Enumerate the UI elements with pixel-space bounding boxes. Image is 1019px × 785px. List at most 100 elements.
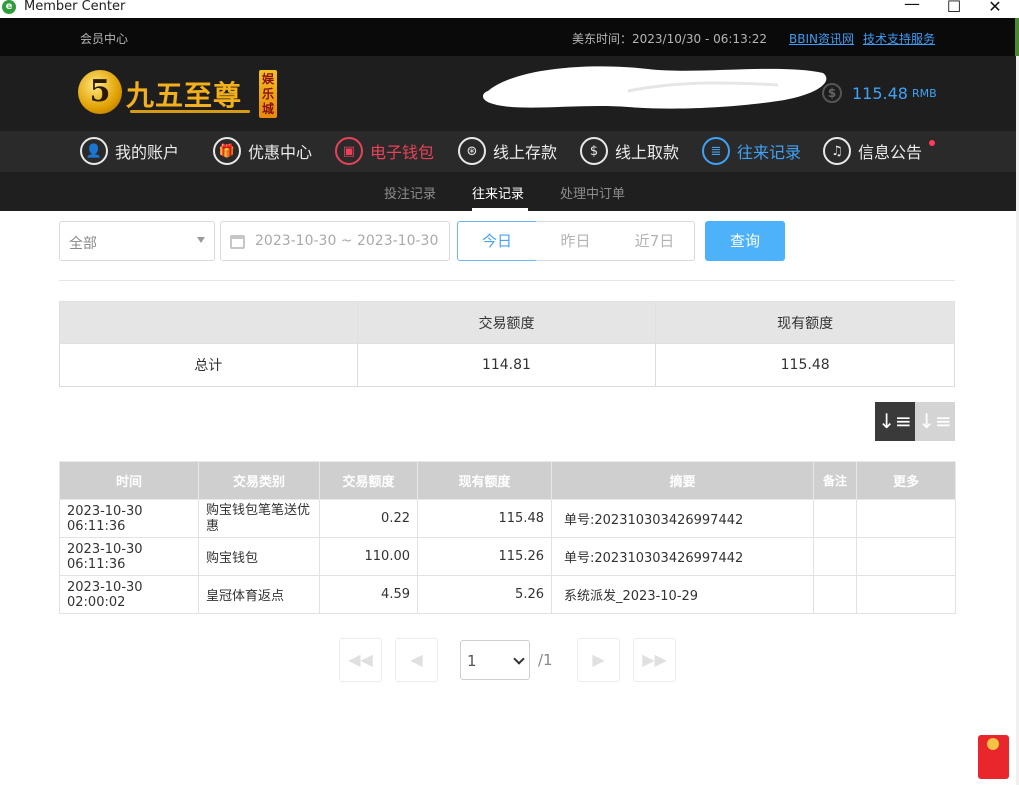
cell-summary: 单号:202310303426997442 — [551, 537, 814, 576]
column-header-time: 时间 — [59, 461, 199, 500]
table-row: 2023-10-30 06:11:36 购宝钱包 110.00 115.26 单… — [59, 537, 956, 576]
cell-time: 2023-10-30 06:11:36 — [59, 499, 199, 538]
cell-type: 购宝钱包 — [198, 537, 320, 576]
red-packet-seal — [987, 738, 999, 750]
nav-label: 往来记录 — [737, 143, 802, 162]
cell-balance: 5.26 — [417, 575, 552, 614]
brand-bar: 5 九五至尊 娱乐城 $ 115.48 RMB — [0, 56, 1019, 131]
nav-online-withdraw[interactable]: $ 线上取款 — [580, 137, 679, 165]
nav-label: 线上取款 — [615, 143, 680, 162]
logo-emblem: 5 — [78, 70, 122, 114]
calendar-icon — [230, 235, 245, 249]
tech-support-link[interactable]: 技术支持服务 — [863, 30, 935, 47]
top-info-bar: 会员中心 美东时间：2023/10/30 - 06:13:22 BBIN资讯网 … — [0, 18, 1019, 56]
column-header-balance: 现有额度 — [417, 461, 552, 500]
bell-icon: ♫ — [823, 137, 851, 165]
nav-label: 优惠中心 — [248, 143, 313, 162]
column-header-note: 备注 — [813, 461, 857, 500]
caret-down-icon — [197, 237, 205, 243]
cell-more[interactable] — [856, 499, 956, 538]
minimize-button[interactable]: — — [892, 0, 932, 13]
tab-pending-orders[interactable]: 处理中订单 — [560, 183, 625, 202]
sort-ascending-icon[interactable]: ↓≡ — [915, 402, 955, 441]
records-icon: ≣ — [702, 137, 730, 165]
summary-total-label: 总计 — [59, 343, 358, 387]
nav-promotions[interactable]: 🎁 优惠中心 — [213, 137, 312, 165]
divider — [59, 280, 955, 281]
first-page-icon[interactable]: ◀◀ — [339, 638, 382, 682]
active-tab-indicator — [472, 208, 528, 211]
main-nav: 👤 我的账户 🎁 优惠中心 ▣ 电子钱包 ⊛ 线上存款 $ 线上取款 ≣ 往来记… — [0, 131, 1019, 172]
summary-current-amount: 115.48 — [655, 343, 955, 387]
prev-page-icon[interactable]: ◀ — [395, 638, 438, 682]
search-button[interactable]: 查询 — [705, 221, 785, 261]
nav-label: 电子钱包 — [370, 143, 435, 162]
cell-note — [813, 499, 857, 538]
wallet-icon: ▣ — [335, 137, 363, 165]
withdraw-icon: $ — [580, 137, 608, 165]
date-range-value: 2023-10-30 ~ 2023-10-30 — [255, 233, 439, 249]
member-center-label: 会员中心 — [80, 32, 129, 46]
cell-more[interactable] — [856, 537, 956, 576]
last-7-days-button[interactable]: 近7日 — [615, 221, 695, 261]
tab-transactions[interactable]: 往来记录 — [472, 183, 524, 202]
logo[interactable]: 5 九五至尊 娱乐城 — [78, 68, 278, 120]
cell-amount: 4.59 — [319, 575, 418, 614]
balance-unit: RMB — [911, 86, 937, 100]
cell-note — [813, 575, 857, 614]
next-page-icon[interactable]: ▶ — [577, 638, 620, 682]
window-titlebar: e Member Center — ☐ ✕ — [0, 0, 1019, 16]
nav-label: 线上存款 — [493, 143, 558, 162]
nav-online-deposit[interactable]: ⊛ 线上存款 — [458, 137, 557, 165]
deposit-icon: ⊛ — [458, 137, 486, 165]
summary-trade-amount: 114.81 — [356, 343, 657, 387]
nav-label: 信息公告 — [858, 143, 923, 162]
gift-icon: 🎁 — [213, 137, 241, 165]
table-row: 2023-10-30 02:00:02 皇冠体育返点 4.59 5.26 系统派… — [59, 575, 956, 614]
nav-my-account[interactable]: 👤 我的账户 — [80, 137, 179, 165]
date-range-input[interactable]: 2023-10-30 ~ 2023-10-30 — [220, 221, 450, 261]
nav-transaction-records[interactable]: ≣ 往来记录 — [702, 137, 801, 165]
summary-table: 交易额度 现有额度 总计 114.81 115.48 — [59, 301, 955, 387]
logo-tag: 娱乐城 — [259, 70, 277, 118]
coin-icon: $ — [822, 83, 842, 103]
red-packet-icon[interactable] — [978, 735, 1009, 779]
cell-note — [813, 537, 857, 576]
summary-header: 交易额度 — [356, 301, 657, 344]
cell-balance: 115.48 — [417, 499, 552, 538]
notification-dot — [929, 140, 935, 146]
cell-time: 2023-10-30 02:00:02 — [59, 575, 199, 614]
maximize-button[interactable]: ☐ — [934, 0, 974, 16]
balance-amount: 115.48 — [852, 83, 908, 103]
app-icon: e — [2, 0, 16, 14]
chevron-down-icon — [513, 653, 525, 665]
summary-row: 总计 114.81 115.48 — [59, 343, 955, 387]
cell-type: 皇冠体育返点 — [198, 575, 320, 614]
tab-bet-records[interactable]: 投注记录 — [384, 183, 436, 202]
table-row: 2023-10-30 06:11:36 购宝钱包笔笔送优惠 0.22 115.4… — [59, 499, 956, 538]
column-header-summary: 摘要 — [551, 461, 814, 500]
last-page-icon[interactable]: ▶▶ — [633, 638, 676, 682]
page-select[interactable]: 1 — [460, 640, 530, 680]
type-select[interactable]: 全部 — [59, 221, 215, 261]
sub-nav: 投注记录 往来记录 处理中订单 — [0, 172, 1019, 211]
bbin-news-link[interactable]: BBIN资讯网 — [789, 30, 854, 47]
column-header-type: 交易类别 — [198, 461, 320, 500]
page-total: /1 — [538, 651, 553, 669]
logo-text: 九五至尊 — [126, 79, 243, 112]
balance-display: $ 115.48 RMB — [822, 83, 937, 103]
yesterday-button[interactable]: 昨日 — [536, 221, 616, 261]
user-icon: 👤 — [80, 137, 108, 165]
today-button[interactable]: 今日 — [457, 221, 537, 261]
window-edge-marker — [1015, 18, 1019, 56]
cell-balance: 115.26 — [417, 537, 552, 576]
sort-descending-icon[interactable]: ↓≡ — [875, 402, 915, 441]
close-button[interactable]: ✕ — [975, 0, 1015, 16]
redaction-scribble — [483, 66, 827, 109]
cell-summary: 系统派发_2023-10-29 — [551, 575, 814, 614]
cell-more[interactable] — [856, 575, 956, 614]
nav-e-wallet[interactable]: ▣ 电子钱包 — [335, 137, 434, 165]
cell-type: 购宝钱包笔笔送优惠 — [198, 499, 320, 538]
nav-announcements[interactable]: ♫ 信息公告 — [823, 137, 922, 165]
summary-header-row: 交易额度 现有额度 — [59, 301, 955, 344]
